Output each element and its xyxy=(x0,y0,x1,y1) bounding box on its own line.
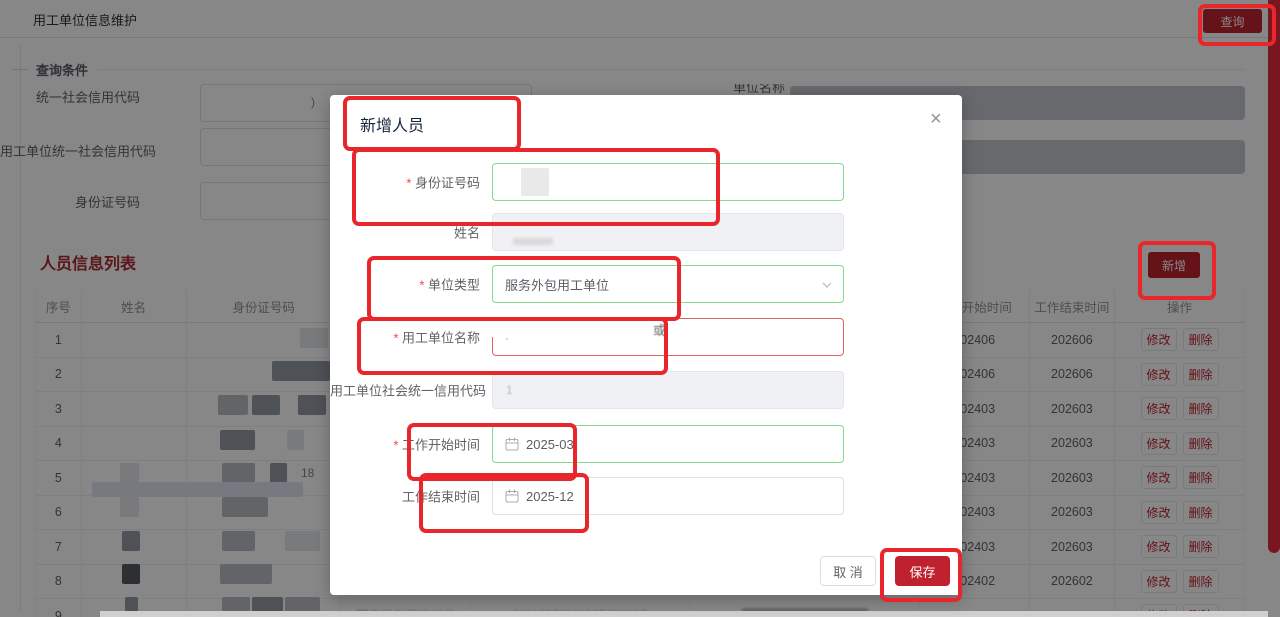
unit-type-label: 单位类型 xyxy=(330,275,480,294)
name-input xyxy=(492,213,844,251)
field-row-end-time: 工作结束时间 2025-12 xyxy=(330,477,962,515)
dialog-title: 新增人员 xyxy=(360,112,424,136)
credit-label: 用工单位社会统一信用代码 xyxy=(330,381,480,400)
end-time-value: 2025-12 xyxy=(526,489,574,504)
end-time-picker[interactable]: 2025-12 xyxy=(492,477,844,515)
start-time-value: 2025-03 xyxy=(526,437,574,452)
unit-name-text-fragment: 或 xyxy=(653,320,666,339)
bottom-edge-strip xyxy=(100,611,1268,617)
field-row-unit-type: 单位类型 服务外包用工单位 xyxy=(330,265,962,303)
credit-fragment: 1 xyxy=(506,383,513,397)
field-row-credit: 用工单位社会统一信用代码 1 xyxy=(330,371,962,409)
add-person-dialog: 新增人员 × 身份证号码 姓名 单位类型 服务外包用工单位 用工单位名称 xyxy=(330,95,962,595)
field-row-name: 姓名 xyxy=(330,213,962,251)
name-label: 姓名 xyxy=(330,223,480,242)
id-label: 身份证号码 xyxy=(330,173,480,192)
calendar-icon xyxy=(505,489,519,503)
unit-name-white-redaction xyxy=(490,306,660,337)
field-row-id: 身份证号码 xyxy=(330,163,962,201)
calendar-icon xyxy=(505,437,519,451)
save-button[interactable]: 保存 xyxy=(895,556,950,586)
id-redaction-block xyxy=(521,168,549,196)
unit-type-value: 服务外包用工单位 xyxy=(505,275,609,294)
screen: 用工单位信息维护 查询 查询条件 统一社会信用代码 ) 单位名称 用工单位统一社… xyxy=(0,0,1280,617)
id-input[interactable] xyxy=(492,163,844,201)
start-time-label: 工作开始时间 xyxy=(330,435,480,454)
scrollbar-thumb[interactable] xyxy=(1268,0,1280,553)
chevron-down-icon xyxy=(821,279,833,294)
field-row-start-time: 工作开始时间 2025-03 xyxy=(330,425,962,463)
field-row-unit-name: 用工单位名称 · 或 xyxy=(330,318,962,356)
start-time-picker[interactable]: 2025-03 xyxy=(492,425,844,463)
end-time-label: 工作结束时间 xyxy=(330,487,480,506)
unit-name-label: 用工单位名称 xyxy=(330,328,480,347)
unit-name-dot-fragment: · xyxy=(505,331,509,345)
close-icon[interactable]: × xyxy=(930,109,942,129)
credit-input: 1 xyxy=(492,371,844,409)
cancel-button[interactable]: 取 消 xyxy=(820,556,876,586)
name-redaction-smudge xyxy=(513,238,553,245)
unit-type-select[interactable]: 服务外包用工单位 xyxy=(492,265,844,303)
unit-name-input[interactable]: · 或 xyxy=(492,318,844,356)
